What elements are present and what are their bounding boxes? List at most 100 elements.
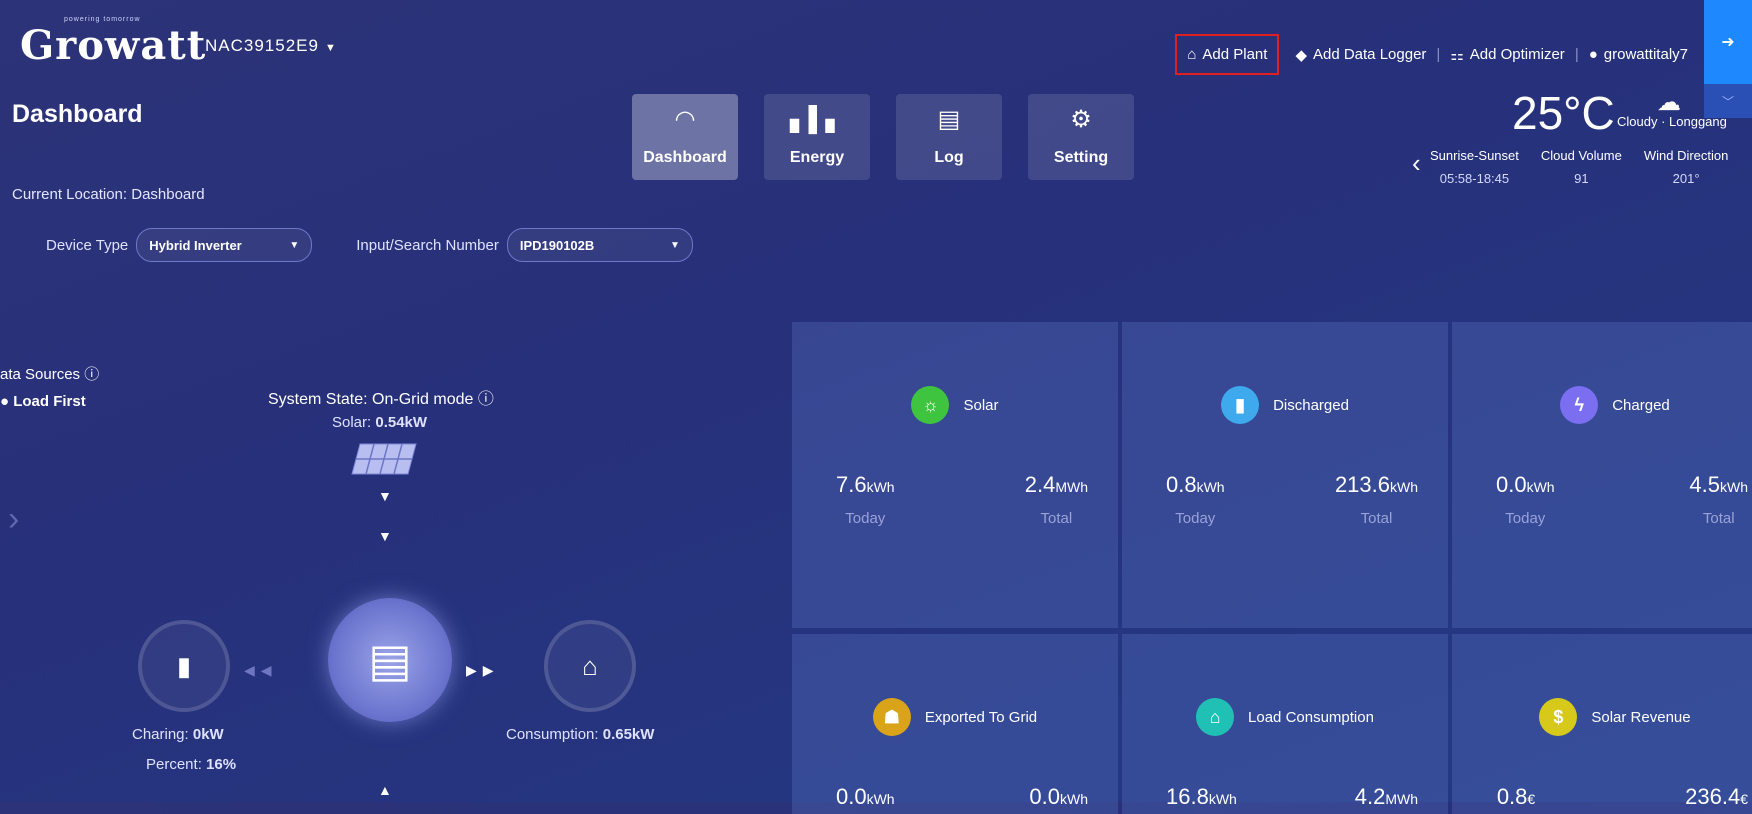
battery-icon: ▮: [1221, 386, 1260, 424]
add-data-logger-label: Add Data Logger: [1312, 46, 1427, 63]
up-arrow-icon: ▲: [378, 782, 392, 798]
stat-values: 7.6kWh Today 2.4MWh Total: [836, 472, 1088, 527]
growatt-logo[interactable]: Growatt: [20, 22, 206, 69]
inverter-node[interactable]: ▤: [328, 598, 452, 722]
stat-card-load: ⌂ Load Consumption 16.8kWhToday 4.2MWhTo…: [1122, 634, 1448, 814]
stat-values: 16.8kWhToday 4.2MWhTotal: [1166, 784, 1418, 814]
stats-grid: ☼ Solar 7.6kWh Today 2.4MWh Total ▮ Discha…: [792, 322, 1752, 814]
stat-total-unit: MWh: [1385, 791, 1418, 807]
add-data-logger-link[interactable]: ◆ Add Data Logger: [1295, 46, 1426, 64]
device-type-label: Device Type: [46, 236, 129, 254]
user-icon: ●: [1588, 46, 1598, 63]
add-optimizer-link[interactable]: ⚏ Add Optimizer: [1450, 46, 1565, 64]
stat-card-exported: ☗ Exported To Grid 0.0kWhToday 0.0kWhTot…: [792, 634, 1118, 814]
optimizer-icon: ⚏: [1450, 46, 1464, 64]
solar-label: Solar:: [332, 414, 372, 431]
sun-icon: ☼: [911, 386, 950, 424]
plant-id: NAC39152E9: [205, 36, 319, 55]
search-number-label: Input/Search Number: [356, 236, 499, 254]
logout-button[interactable]: ➜: [1704, 0, 1752, 84]
cloud-icon: ☁: [1657, 89, 1681, 116]
weather-col-sunrise: Sunrise-Sunset 05:58-18:45: [1430, 148, 1519, 186]
temperature: 25°C: [1512, 87, 1615, 139]
page-title: Dashboard: [12, 100, 143, 128]
weather-col-label: Sunrise-Sunset: [1430, 148, 1519, 163]
pylon-icon: ☗: [872, 698, 911, 736]
tab-setting[interactable]: ⚙ Setting: [1028, 94, 1134, 180]
load-first-label: ● Load First: [0, 393, 86, 410]
tab-energy[interactable]: ▖▌▖ Energy: [764, 94, 870, 180]
battery-percent: Percent: 16%: [146, 756, 236, 773]
consumption-value: 0.65kW: [602, 726, 655, 743]
info-icon[interactable]: ⓘ: [84, 366, 99, 383]
stat-total: 2.4MWh Total: [1025, 472, 1088, 527]
stat-total-value: 2.4: [1024, 472, 1056, 497]
log-icon: ▤: [937, 106, 961, 133]
divider: |: [1436, 46, 1441, 63]
stat-today-value: 0.8: [1166, 472, 1197, 497]
data-sources-label: ata Sources ⓘ: [0, 363, 99, 384]
stat-today-unit: kWh: [866, 791, 895, 807]
battery-node[interactable]: ▮: [138, 620, 230, 712]
caret-down-icon: ▼: [669, 239, 680, 251]
stat-total: 236.4€Total: [1685, 784, 1748, 814]
left-chevron-icon[interactable]: ›: [8, 500, 19, 539]
percent-value: 16%: [206, 756, 237, 773]
battery-icon: ▮: [176, 650, 192, 681]
solar-value: 0.54kW: [375, 414, 428, 431]
stat-total-value: 0.0: [1029, 784, 1060, 809]
stat-total: 4.5kWh Total: [1689, 472, 1748, 527]
search-number-select[interactable]: IPD190102B ▼: [506, 228, 693, 262]
plant-selector[interactable]: NAC39152E9 ▼: [205, 36, 337, 56]
stat-today-value: 0.8: [1496, 784, 1528, 809]
stat-today: 7.6kWh Today: [836, 472, 895, 527]
tab-label: Setting: [1053, 149, 1109, 166]
logo-tagline: powering tomorrow: [64, 16, 141, 23]
tab-dashboard[interactable]: ◜◝ Dashboard: [632, 94, 738, 180]
flow-right-arrows: ▶▶: [466, 662, 500, 678]
weather-col-wind: Wind Direction 201°: [1644, 148, 1729, 186]
solar-panel-icon: [351, 443, 417, 475]
data-sources-text: ata Sources: [0, 366, 81, 383]
charge-icon: ϟ: [1560, 386, 1599, 424]
home-icon: ⌂: [1187, 46, 1197, 63]
stat-title: Discharged: [1273, 396, 1349, 414]
down-arrow-icon: ▼: [378, 528, 392, 544]
stat-card-revenue: $ Solar Revenue 0.8€Today 236.4€Total: [1452, 634, 1752, 814]
stat-head: ☼ Solar: [792, 386, 1118, 424]
stat-today-unit: kWh: [1526, 479, 1555, 495]
stat-title: Exported To Grid: [924, 708, 1038, 726]
device-type-select[interactable]: Hybrid Inverter ▼: [136, 228, 313, 262]
weather-prev-icon[interactable]: ‹: [1412, 148, 1421, 179]
inverter-icon: ▤: [368, 634, 412, 686]
stat-title: Solar Revenue: [1591, 708, 1691, 726]
user-menu[interactable]: ● growattitaly7: [1589, 46, 1688, 63]
stat-values: 0.0kWhToday 0.0kWhTotal: [836, 784, 1088, 814]
info-icon[interactable]: ⓘ: [478, 391, 494, 408]
weather-col-label: Cloud Volume: [1540, 148, 1622, 163]
weather-col-label: Wind Direction: [1643, 148, 1729, 163]
nav-tabs: ◜◝ Dashboard ▖▌▖ Energy ▤ Log ⚙ Setting: [632, 94, 1134, 180]
stat-today: 0.0kWhToday: [836, 784, 895, 814]
consumption-power: Consumption: 0.65kW: [506, 726, 654, 743]
stat-today: 16.8kWhToday: [1166, 784, 1237, 814]
stat-today-value: 0.0: [836, 784, 867, 809]
load-node[interactable]: ⌂: [544, 620, 636, 712]
stat-total-unit: kWh: [1390, 479, 1418, 495]
tab-log[interactable]: ▤ Log: [896, 94, 1002, 180]
weather-col-value: 91: [1574, 171, 1589, 186]
stat-today-unit: kWh: [866, 479, 895, 495]
house-plug-icon: ⌂: [582, 650, 598, 681]
weather-widget: 25°C ☁ Cloudy · Longgang ‹ Sunrise-Sunse…: [1412, 86, 1752, 196]
consumption-label: Consumption:: [506, 726, 599, 743]
user-name: growattitaly7: [1603, 46, 1688, 63]
top-links: ⌂ Add Plant ◆ Add Data Logger | ⚏ Add Op…: [1175, 34, 1688, 75]
percent-label: Percent:: [146, 756, 202, 773]
device-type-value: Hybrid Inverter: [149, 237, 242, 253]
charging-label: Charing:: [132, 726, 189, 743]
weather-description: Cloudy · Longgang: [1617, 114, 1727, 129]
stat-total-unit: MWh: [1055, 479, 1088, 495]
system-state: System State: On-Grid mode ⓘ: [268, 385, 494, 409]
flow-left-arrows: ◀◀: [244, 662, 278, 678]
add-plant-link[interactable]: ⌂ Add Plant: [1175, 34, 1280, 75]
